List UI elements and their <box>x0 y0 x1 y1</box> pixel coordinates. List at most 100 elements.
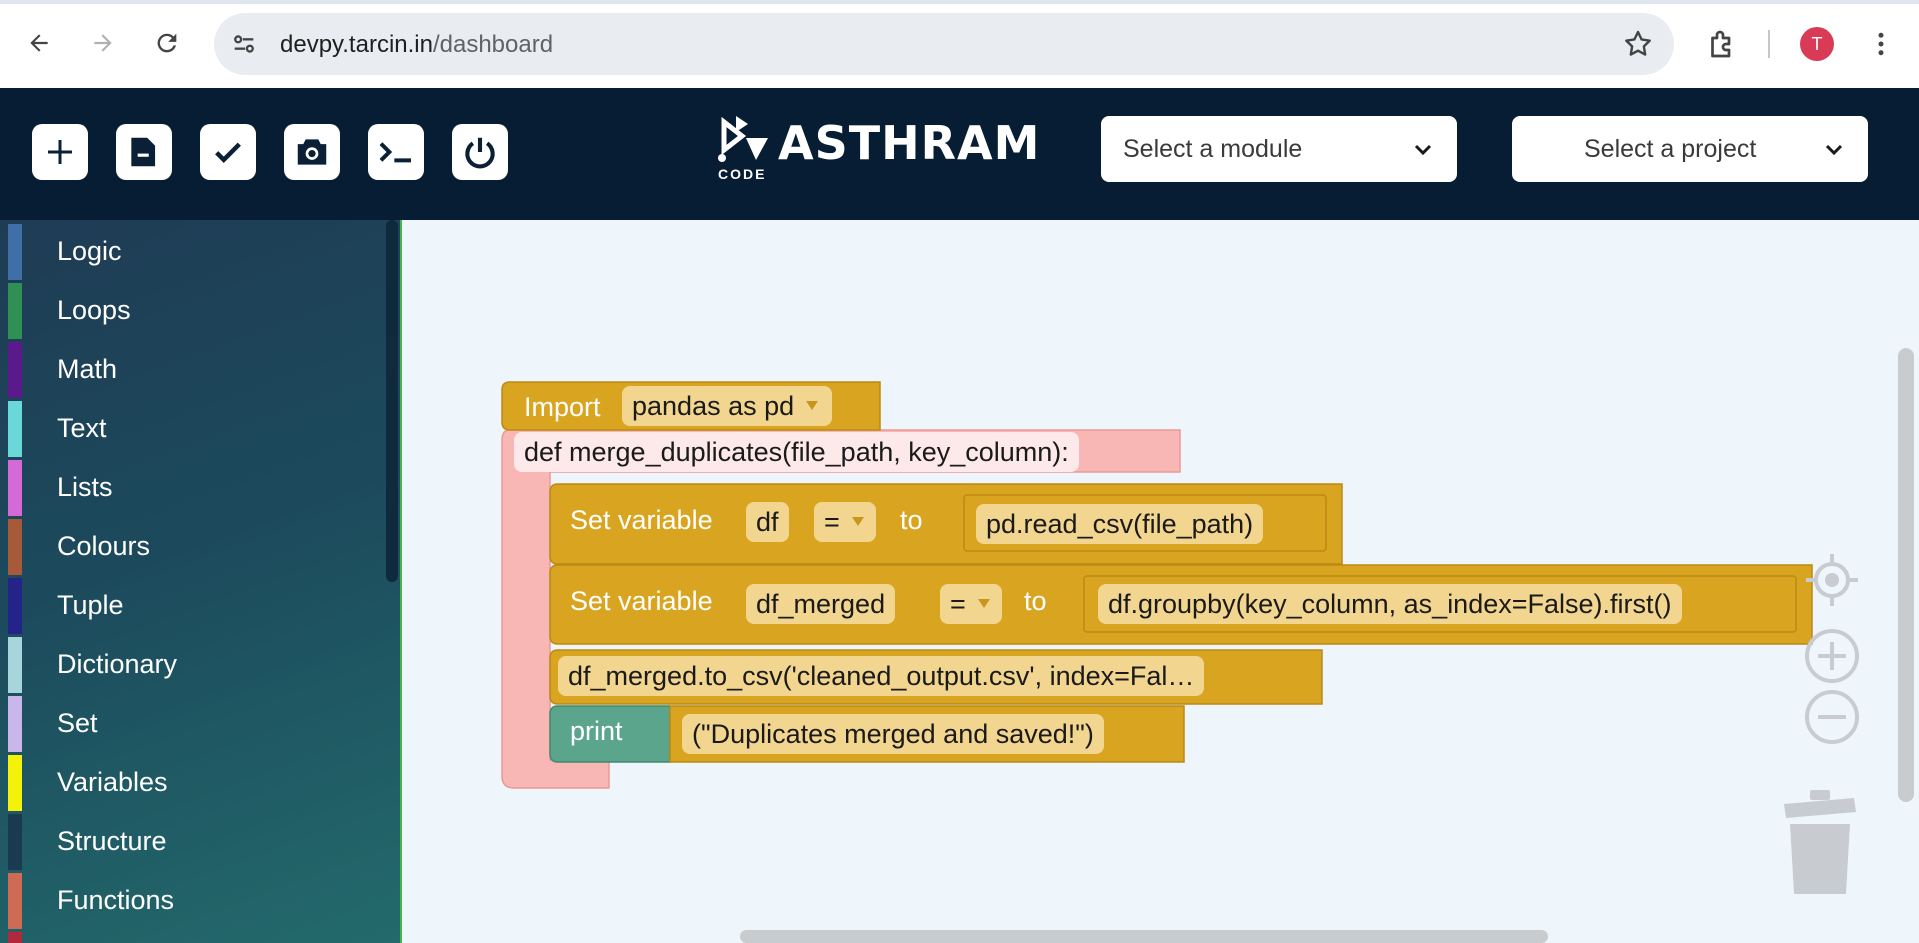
logo-mark-icon <box>718 116 768 162</box>
terminal-button[interactable] <box>368 124 424 180</box>
trash-icon[interactable] <box>1780 790 1860 894</box>
category-color-swatch <box>8 224 22 280</box>
module-select[interactable]: Select a module <box>1101 116 1457 182</box>
category-color-swatch <box>8 401 22 457</box>
back-arrow-icon <box>30 34 48 52</box>
forward-button[interactable] <box>85 25 121 61</box>
bookmark-star-icon[interactable] <box>1622 28 1654 60</box>
set-df-merged-label: Set variable <box>570 586 713 616</box>
snapshot-icon <box>297 139 327 165</box>
dropdown-arrow-icon <box>851 517 864 526</box>
import-dropdown[interactable]: pandas as pd <box>622 386 833 426</box>
toolbox-item-math[interactable]: Math <box>0 342 400 398</box>
category-color-swatch <box>8 460 22 516</box>
print-label: print <box>570 716 623 746</box>
extensions-icon[interactable] <box>1705 26 1741 62</box>
block-toolbox: Logic Loops Math Text Lists Colours Tupl… <box>0 220 402 943</box>
set-df-merged-value-field[interactable]: df.groupby(key_column, as_index=False).f… <box>1098 584 1682 624</box>
category-color-swatch <box>8 637 22 693</box>
back-button[interactable] <box>21 25 57 61</box>
tab-strip-edge <box>0 0 1919 4</box>
toolbox-item-more[interactable] <box>0 932 400 943</box>
toolbox-item-text[interactable]: Text <box>0 401 400 457</box>
new-file-icon <box>48 140 72 164</box>
save-check-icon <box>215 142 241 163</box>
site-settings-icon[interactable] <box>230 30 258 58</box>
toolbox-item-tuple[interactable]: Tuple <box>0 578 400 634</box>
toolbox-item-lists[interactable]: Lists <box>0 460 400 516</box>
project-select-label: Select a project <box>1584 135 1757 163</box>
set-df-variable[interactable]: df <box>746 502 789 542</box>
block-workspace[interactable]: Import pandas as pd def merge_duplicates… <box>402 220 1919 943</box>
print-argument-field[interactable]: ("Duplicates merged and saved!") <box>682 714 1104 754</box>
workspace-horizontal-scrollbar[interactable] <box>740 930 1548 943</box>
category-color-swatch <box>8 342 22 398</box>
open-file-button[interactable] <box>116 124 172 180</box>
chevron-down-icon <box>1825 144 1843 156</box>
set-df-merged-to-label: to <box>1024 586 1047 616</box>
toolbox-item-label: Structure <box>57 826 167 856</box>
toolbox-item-logic[interactable]: Logic <box>0 224 400 280</box>
zoom-in-icon[interactable] <box>1804 628 1860 684</box>
def-signature-field[interactable]: def merge_duplicates(file_path, key_colu… <box>514 432 1079 472</box>
category-color-swatch <box>8 932 22 943</box>
open-file-icon <box>131 137 156 167</box>
set-df-value-field[interactable]: pd.read_csv(file_path) <box>976 504 1264 544</box>
category-color-swatch <box>8 696 22 752</box>
set-df-merged-operator-dropdown[interactable]: = <box>940 584 1002 624</box>
category-color-swatch <box>8 578 22 634</box>
recenter-icon[interactable] <box>1804 552 1860 608</box>
set-df-to-label: to <box>900 505 923 535</box>
toolbox-item-colours[interactable]: Colours <box>0 519 400 575</box>
toolbox-scrollbar[interactable] <box>386 220 398 582</box>
power-icon <box>465 137 495 169</box>
toolbox-item-label: Tuple <box>57 590 124 620</box>
browser-chrome: devpy.tarcin.in/dashboard T <box>0 0 1919 88</box>
reload-button[interactable] <box>149 25 185 61</box>
module-select-label: Select a module <box>1123 135 1303 163</box>
import-dropdown-value: pandas as pd <box>632 391 795 421</box>
toolbox-item-label: Lists <box>57 472 113 502</box>
snapshot-button[interactable] <box>284 124 340 180</box>
terminal-icon <box>379 142 411 163</box>
import-label: Import <box>524 392 601 422</box>
toolbar-separator <box>1768 30 1770 58</box>
category-color-swatch <box>8 755 22 811</box>
toolbox-item-dictionary[interactable]: Dictionary <box>0 637 400 693</box>
project-select[interactable]: Select a project <box>1512 116 1868 182</box>
chevron-down-icon <box>1414 144 1432 156</box>
set-df-merged-variable[interactable]: df_merged <box>746 584 896 624</box>
more-menu-icon[interactable] <box>1866 26 1896 62</box>
toolbox-item-label: Variables <box>57 767 168 797</box>
workspace-vertical-scrollbar[interactable] <box>1898 348 1914 802</box>
to-csv-statement-field[interactable]: df_merged.to_csv('cleaned_output.csv', i… <box>558 656 1205 696</box>
toolbox-item-label: Functions <box>57 885 175 915</box>
profile-avatar[interactable]: T <box>1800 27 1834 61</box>
set-df-operator-dropdown[interactable]: = <box>814 502 876 542</box>
logo-wordmark: ASTHRAM <box>778 116 1041 170</box>
app-header: ASTHRAM CODE Select a module Select a pr… <box>0 88 1919 220</box>
power-button[interactable] <box>452 124 508 180</box>
set-df-label: Set variable <box>570 505 713 535</box>
new-file-button[interactable] <box>32 124 88 180</box>
category-color-swatch <box>8 519 22 575</box>
toolbox-item-set[interactable]: Set <box>0 696 400 752</box>
toolbox-item-functions[interactable]: Functions <box>0 873 400 929</box>
toolbox-item-structure[interactable]: Structure <box>0 814 400 870</box>
url-host: devpy.tarcin.in <box>280 31 433 58</box>
toolbox-item-label: Set <box>57 708 98 738</box>
save-button[interactable] <box>200 124 256 180</box>
operator-value: = <box>824 507 840 537</box>
address-bar[interactable]: devpy.tarcin.in/dashboard <box>214 13 1674 75</box>
asthram-logo: ASTHRAM CODE <box>716 114 1039 186</box>
forward-arrow-icon <box>94 34 112 52</box>
toolbox-item-variables[interactable]: Variables <box>0 755 400 811</box>
reload-icon <box>157 33 177 53</box>
zoom-out-icon[interactable] <box>1804 689 1860 745</box>
logo-subtext: CODE <box>718 166 767 182</box>
toolbox-item-label: Text <box>57 413 107 443</box>
toolbox-item-loops[interactable]: Loops <box>0 283 400 339</box>
operator-value: = <box>950 589 966 619</box>
toolbox-item-label: Math <box>57 354 118 384</box>
blocks-canvas <box>501 381 1813 789</box>
